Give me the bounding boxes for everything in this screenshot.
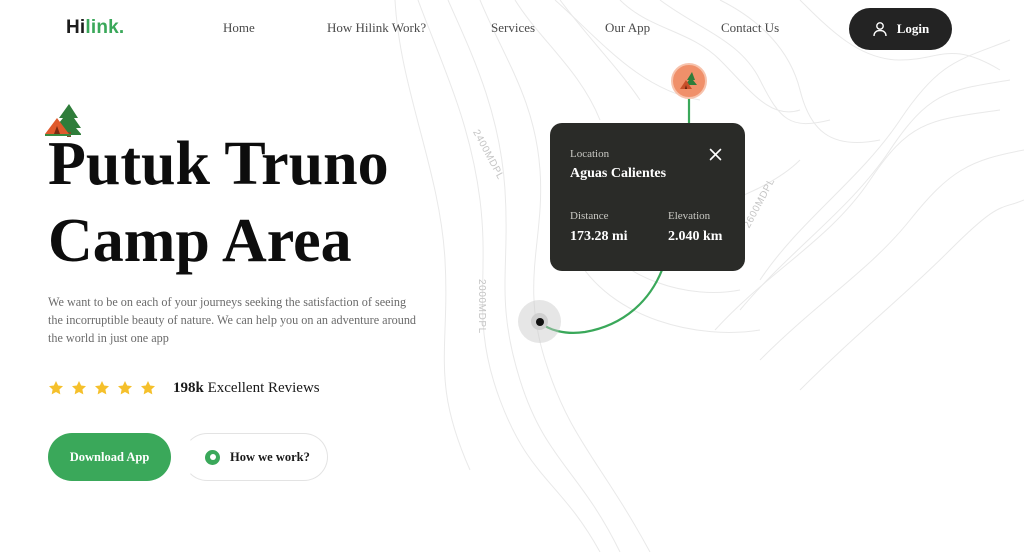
- title-line-2: Camp Area: [48, 207, 352, 275]
- login-button[interactable]: Login: [849, 8, 952, 50]
- how-we-work-button[interactable]: How we work?: [183, 433, 328, 481]
- star-icon: [49, 381, 63, 395]
- reviews-text: Excellent Reviews: [207, 380, 320, 396]
- star-icon: [118, 381, 132, 395]
- reviews-summary: 198k Excellent Reviews: [173, 380, 320, 397]
- distance-label: Distance: [570, 210, 609, 222]
- map-pin-icon[interactable]: [671, 63, 707, 99]
- rating-stars: [48, 380, 156, 396]
- distance-value: 173.28 mi: [570, 229, 628, 244]
- nav-home[interactable]: Home: [223, 20, 255, 36]
- title-line-1: Putuk Truno: [48, 130, 389, 198]
- nav-our-app[interactable]: Our App: [605, 20, 650, 36]
- location-info-card: Location Aguas Calientes Distance 173.28…: [550, 123, 745, 271]
- route-start-point[interactable]: [518, 300, 561, 343]
- hero-description: We want to be on each of your journeys s…: [48, 295, 417, 345]
- user-icon: [873, 22, 887, 37]
- start-point-core: [535, 317, 544, 326]
- contour-label-2000: 2000MDPL: [476, 279, 487, 334]
- close-icon[interactable]: [709, 148, 722, 161]
- nav-how-it-works[interactable]: How Hilink Work?: [327, 20, 426, 36]
- camp-tent-icon: [680, 72, 697, 89]
- location-label: Location: [570, 148, 610, 160]
- logo[interactable]: Hilink.: [66, 17, 124, 39]
- star-icon: [141, 381, 155, 395]
- nav-services[interactable]: Services: [491, 20, 535, 36]
- start-point-inner: [531, 313, 548, 330]
- star-icon: [72, 381, 86, 395]
- page-title: Putuk Truno Camp Area: [48, 126, 468, 280]
- location-value: Aguas Calientes: [570, 166, 667, 181]
- logo-text-green: link.: [85, 17, 125, 38]
- logo-text-dark: Hi: [66, 17, 86, 38]
- reviews-count: 198k: [173, 380, 204, 396]
- star-icon: [95, 381, 109, 395]
- nav-contact-us[interactable]: Contact Us: [721, 20, 779, 36]
- download-app-button[interactable]: Download App: [48, 433, 171, 481]
- elevation-label: Elevation: [668, 210, 711, 222]
- how-we-work-label: How we work?: [230, 449, 310, 464]
- login-label: Login: [896, 21, 930, 36]
- elevation-value: 2.040 km: [668, 229, 723, 244]
- play-icon: [205, 449, 220, 465]
